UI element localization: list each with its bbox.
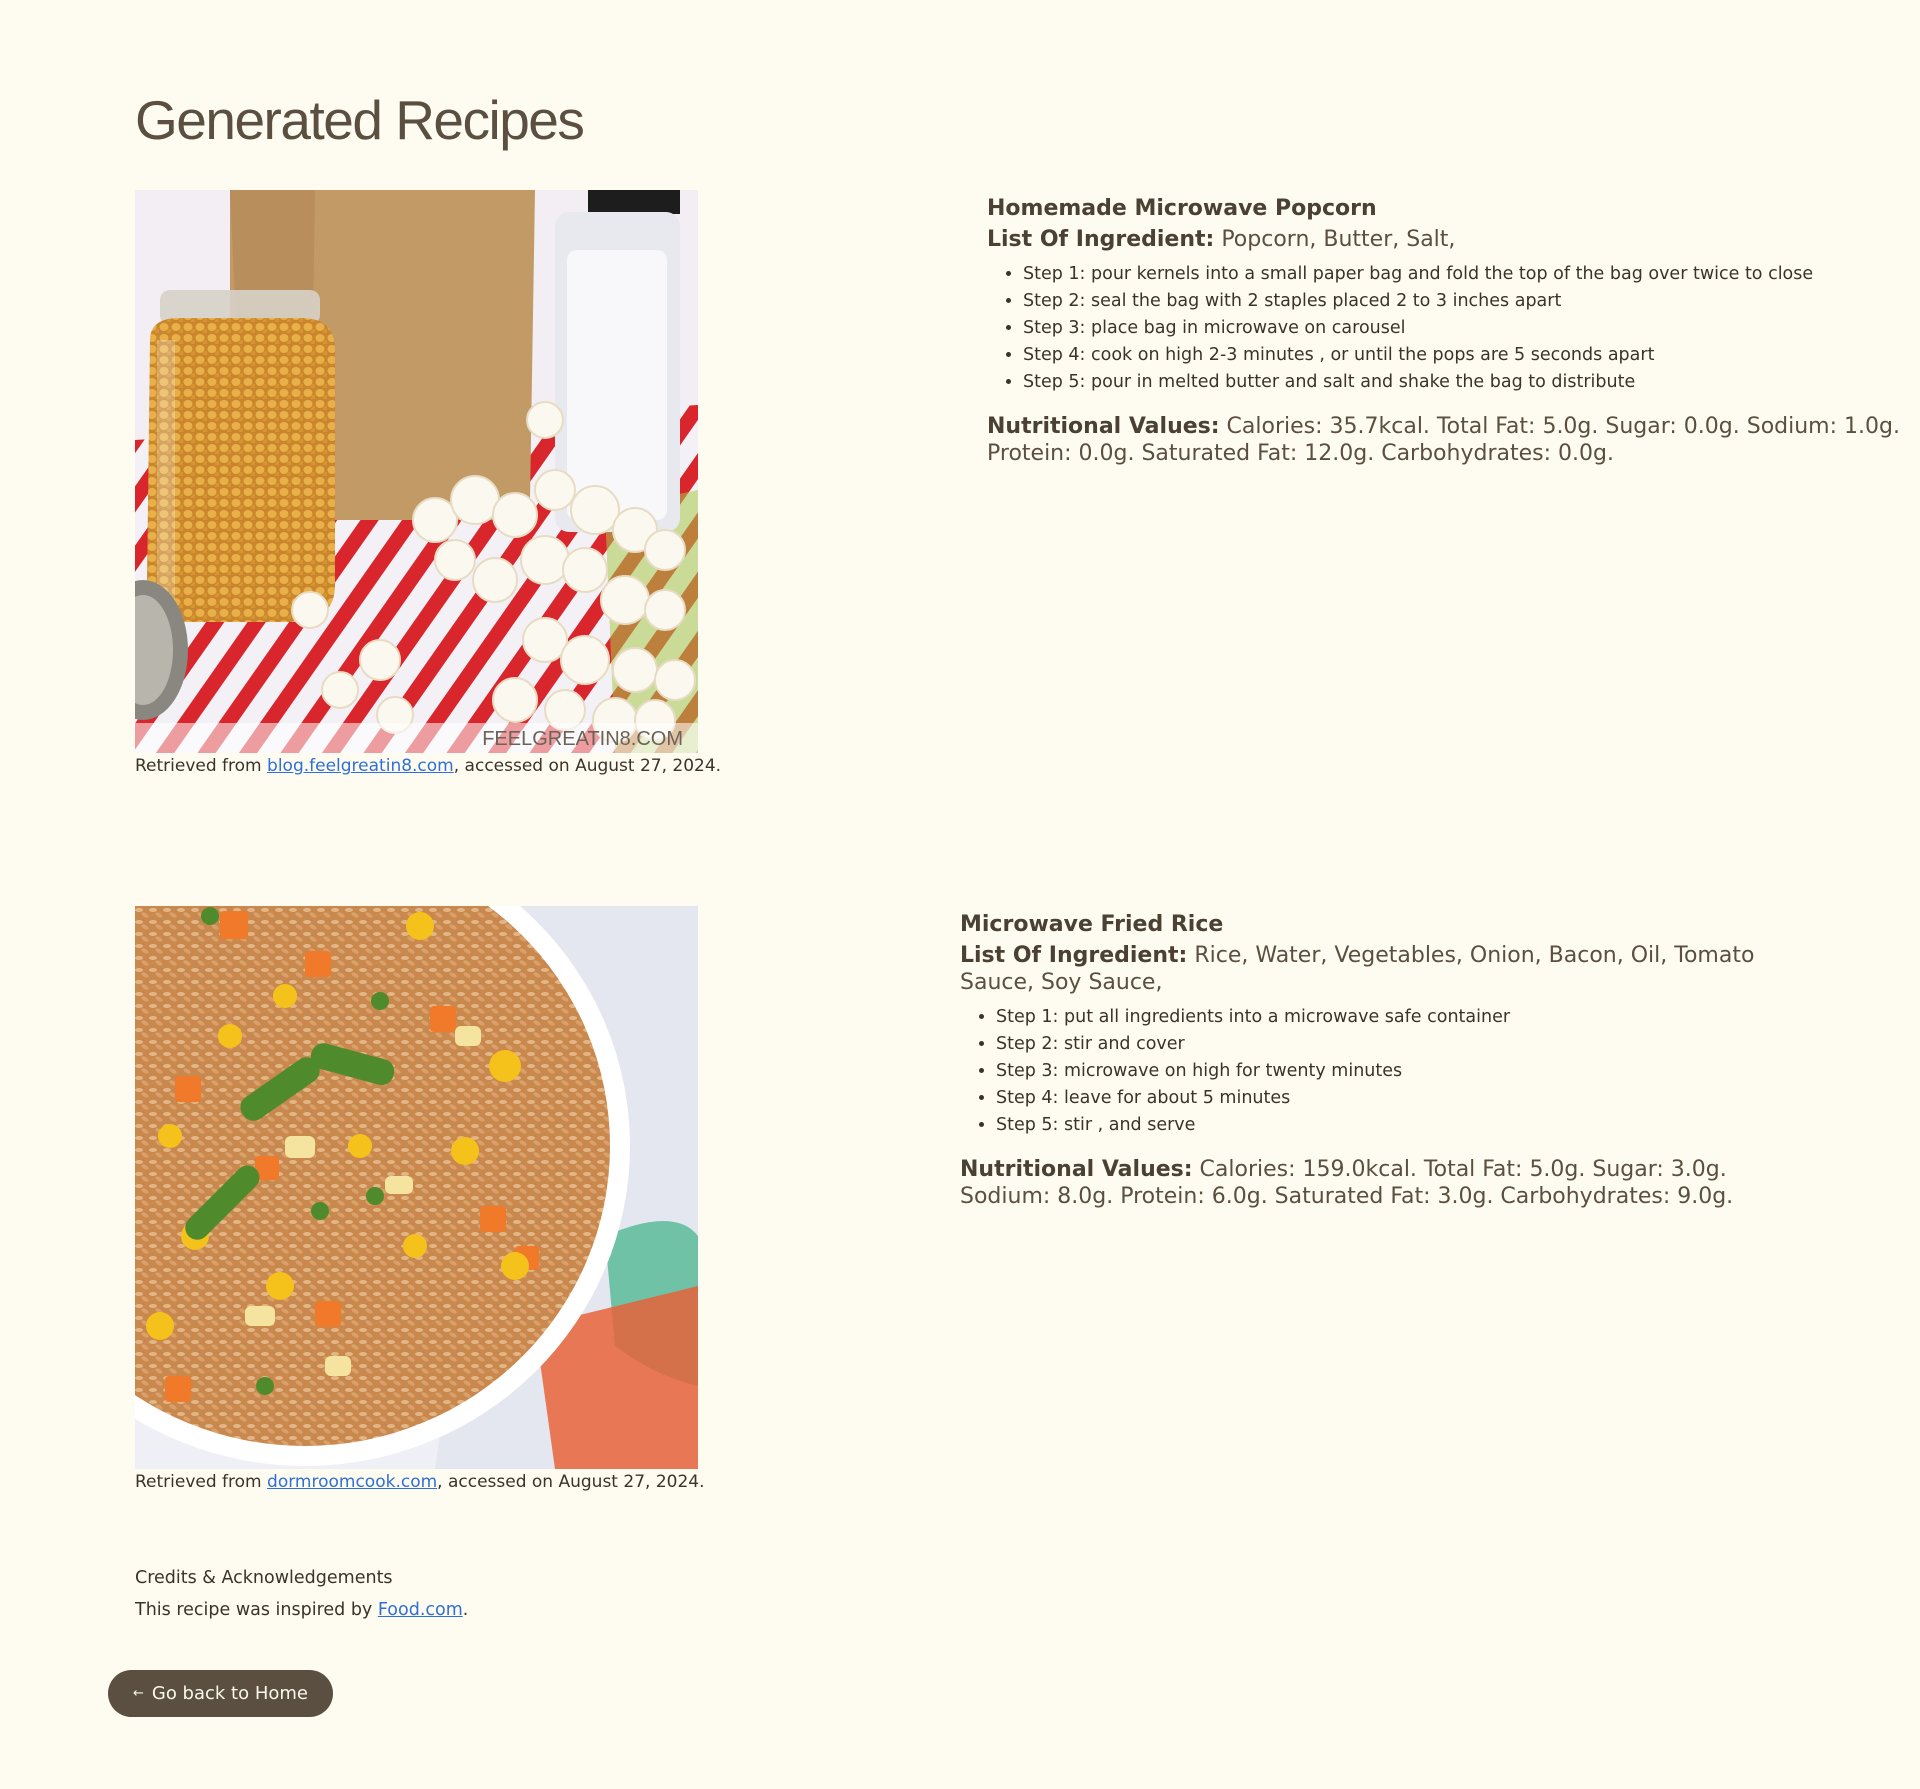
source-link[interactable]: blog.feelgreatin8.com <box>267 756 454 776</box>
recipe-name: Microwave Fried Rice <box>960 912 1224 937</box>
nutrition-label: Nutritional Values: <box>987 414 1220 439</box>
step-item: Step 5: stir , and serve <box>996 1112 1760 1139</box>
nutritional-values: Nutritional Values: Calories: 159.0kcal.… <box>960 1156 1760 1210</box>
home-button-label: Go back to Home <box>151 1683 309 1704</box>
nutrition-label: Nutritional Values: <box>960 1157 1193 1182</box>
recipe-name: Homemade Microwave Popcorn <box>987 196 1377 221</box>
image-caption: Retrieved from dormroomcook.com, accesse… <box>135 1472 704 1492</box>
credits-text-prefix: This recipe was inspired by <box>135 1600 378 1620</box>
recipe-details: Microwave Fried Rice List Of Ingredient:… <box>960 906 1760 1210</box>
credits-section: Credits & Acknowledgements This recipe w… <box>135 1566 468 1622</box>
page: Generated Recipes FEELGREATIN8.COM Retri… <box>0 0 1920 1789</box>
step-item: Step 2: seal the bag with 2 staples plac… <box>1023 288 1917 315</box>
source-link[interactable]: dormroomcook.com <box>267 1472 437 1492</box>
recipe-image-popcorn: FEELGREATIN8.COM <box>135 190 698 753</box>
step-item: Step 1: pour kernels into a small paper … <box>1023 261 1917 288</box>
steps-list: Step 1: put all ingredients into a micro… <box>960 1004 1760 1139</box>
image-caption: Retrieved from blog.feelgreatin8.com, ac… <box>135 756 721 776</box>
ingredients: List Of Ingredient: Popcorn, Butter, Sal… <box>987 226 1917 253</box>
credits-text: This recipe was inspired by Food.com. <box>135 1598 468 1622</box>
recipe-details: Homemade Microwave Popcorn List Of Ingre… <box>987 190 1917 467</box>
credits-title: Credits & Acknowledgements <box>135 1568 393 1588</box>
ingredients-label: List Of Ingredient: <box>960 943 1188 968</box>
step-item: Step 2: stir and cover <box>996 1031 1760 1058</box>
caption-suffix: , accessed on August 27, 2024. <box>437 1472 705 1492</box>
go-back-home-button[interactable]: ← Go back to Home <box>108 1670 333 1717</box>
nutritional-values: Nutritional Values: Calories: 35.7kcal. … <box>987 413 1917 467</box>
caption-prefix: Retrieved from <box>135 1472 268 1492</box>
credits-text-suffix: . <box>462 1600 469 1620</box>
credits-link[interactable]: Food.com <box>378 1600 463 1620</box>
page-title: Generated Recipes <box>135 89 585 151</box>
step-item: Step 3: place bag in microwave on carous… <box>1023 315 1917 342</box>
ingredients: List Of Ingredient: Rice, Water, Vegetab… <box>960 942 1760 996</box>
step-item: Step 1: put all ingredients into a micro… <box>996 1004 1760 1031</box>
step-item: Step 5: pour in melted butter and salt a… <box>1023 369 1917 396</box>
image-watermark: FEELGREATIN8.COM <box>482 728 683 750</box>
steps-list: Step 1: pour kernels into a small paper … <box>987 261 1917 396</box>
arrow-left-icon: ← <box>132 1686 144 1701</box>
ingredients-value: Popcorn, Butter, Salt, <box>1221 227 1456 252</box>
caption-prefix: Retrieved from <box>135 756 268 776</box>
recipe-image-fried-rice <box>135 906 698 1469</box>
ingredients-label: List Of Ingredient: <box>987 227 1215 252</box>
caption-suffix: , accessed on August 27, 2024. <box>453 756 722 776</box>
step-item: Step 4: cook on high 2-3 minutes , or un… <box>1023 342 1917 369</box>
step-item: Step 3: microwave on high for twenty min… <box>996 1058 1760 1085</box>
step-item: Step 4: leave for about 5 minutes <box>996 1085 1760 1112</box>
